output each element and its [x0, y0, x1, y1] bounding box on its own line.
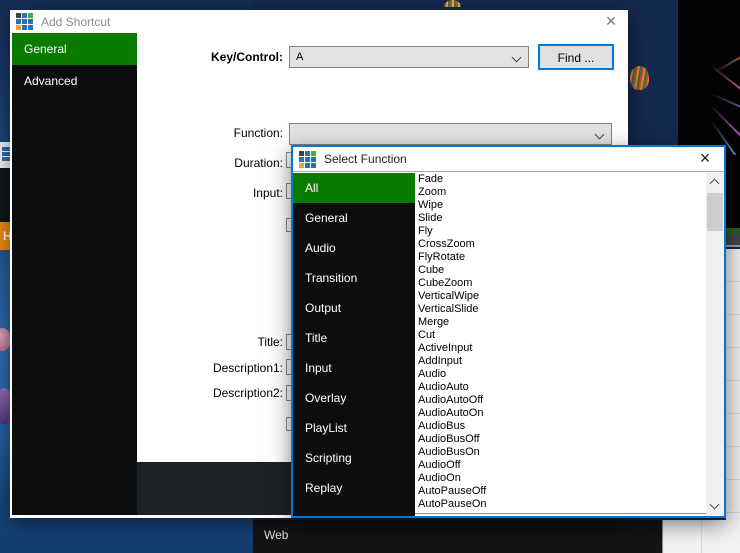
scroll-down-icon[interactable] [710, 500, 720, 510]
function-activeinput[interactable]: ActiveInput [415, 342, 706, 355]
web-tab-bar: Web [253, 520, 662, 553]
category-playlist[interactable]: PlayList [293, 413, 415, 443]
function-flyrotate[interactable]: FlyRotate [415, 251, 706, 264]
function-crosszoom[interactable]: CrossZoom [415, 238, 706, 251]
sidebar-item-advanced[interactable]: Advanced [12, 65, 137, 97]
function-audiooff[interactable]: AudioOff [415, 459, 706, 472]
function-audiobuson[interactable]: AudioBusOn [415, 446, 706, 459]
function-audio[interactable]: Audio [415, 368, 706, 381]
description1-label: Description1: [213, 361, 283, 375]
close-icon[interactable]: × [598, 11, 624, 32]
function-zoom[interactable]: Zoom [415, 186, 706, 199]
function-audiobus[interactable]: AudioBus [415, 420, 706, 433]
scroll-up-icon[interactable] [710, 179, 720, 189]
wallpaper-balloon-icon [630, 66, 649, 90]
add-shortcut-sidebar: GeneralAdvanced [12, 33, 137, 515]
function-slide[interactable]: Slide [415, 212, 706, 225]
background-list-rows [726, 249, 740, 520]
chevron-down-icon [512, 53, 522, 63]
sidebar-item-general[interactable]: General [12, 33, 137, 65]
category-replay[interactable]: Replay [293, 473, 415, 503]
function-autopauseoff[interactable]: AutoPauseOff [415, 485, 706, 498]
chevron-down-icon [595, 130, 605, 140]
close-icon[interactable]: × [692, 148, 718, 169]
function-audiobusoff[interactable]: AudioBusOff [415, 433, 706, 446]
category-sidebar: AllGeneralAudioTransitionOutputTitleInpu… [293, 173, 415, 516]
function-fly[interactable]: Fly [415, 225, 706, 238]
background-table-corner [662, 520, 740, 553]
category-overlay[interactable]: Overlay [293, 383, 415, 413]
duration-label: Duration: [234, 156, 283, 170]
function-addinput[interactable]: AddInput [415, 355, 706, 368]
category-scripting[interactable]: Scripting [293, 443, 415, 473]
category-input[interactable]: Input [293, 353, 415, 383]
category-output[interactable]: Output [293, 293, 415, 323]
desktop: Web H Add Shortcut × GeneralAdvanced Key… [0, 0, 740, 553]
add-shortcut-titlebar[interactable]: Add Shortcut × [10, 10, 628, 33]
category-title[interactable]: Title [293, 323, 415, 353]
category-audio[interactable]: Audio [293, 233, 415, 263]
function-verticalslide[interactable]: VerticalSlide [415, 303, 706, 316]
function-audioon[interactable]: AudioOn [415, 472, 706, 485]
function-fade[interactable]: Fade [415, 173, 706, 186]
function-wipe[interactable]: Wipe [415, 199, 706, 212]
function-merge[interactable]: Merge [415, 316, 706, 329]
category-all[interactable]: All [293, 173, 415, 203]
function-dropdown[interactable] [289, 123, 612, 145]
background-window-strip-right [726, 145, 740, 230]
key-control-label: Key/Control: [211, 50, 283, 64]
vmix-logo-icon [299, 151, 316, 168]
function-cubezoom[interactable]: CubeZoom [415, 277, 706, 290]
scrollbar-thumb[interactable] [707, 193, 723, 231]
find-button[interactable]: Find ... [538, 44, 614, 70]
function-audioauto[interactable]: AudioAuto [415, 381, 706, 394]
background-gray-band [726, 234, 740, 247]
function-verticalwipe[interactable]: VerticalWipe [415, 290, 706, 303]
select-function-titlebar[interactable]: Select Function × [293, 147, 724, 172]
function-list: FadeZoomWipeSlideFlyCrossZoomFlyRotateCu… [415, 173, 706, 514]
description2-label: Description2: [213, 386, 283, 400]
function-cut[interactable]: Cut [415, 329, 706, 342]
scrollbar[interactable] [706, 173, 724, 515]
wallpaper-balloon-top-icon [444, 0, 461, 7]
title-label: Title: [257, 335, 283, 349]
select-function-window: Select Function × AllGeneralAudioTransit… [291, 145, 726, 518]
function-autopauseon[interactable]: AutoPauseOn [415, 498, 706, 511]
input-label: Input: [253, 186, 283, 200]
function-audioautooff[interactable]: AudioAutoOff [415, 394, 706, 407]
vmix-logo-icon [16, 13, 33, 30]
function-audioautoon[interactable]: AudioAutoOn [415, 407, 706, 420]
window-title: Add Shortcut [41, 15, 110, 29]
function-label: Function: [234, 126, 283, 140]
window-title: Select Function [324, 152, 407, 166]
category-transition[interactable]: Transition [293, 263, 415, 293]
wallpaper-fireworks [703, 40, 740, 155]
key-control-value: A [296, 51, 303, 63]
select-function-body: AllGeneralAudioTransitionOutputTitleInpu… [293, 173, 724, 516]
function-cube[interactable]: Cube [415, 264, 706, 277]
key-control-dropdown[interactable]: A [289, 46, 529, 68]
category-general[interactable]: General [293, 203, 415, 233]
web-tab[interactable]: Web [264, 528, 288, 542]
